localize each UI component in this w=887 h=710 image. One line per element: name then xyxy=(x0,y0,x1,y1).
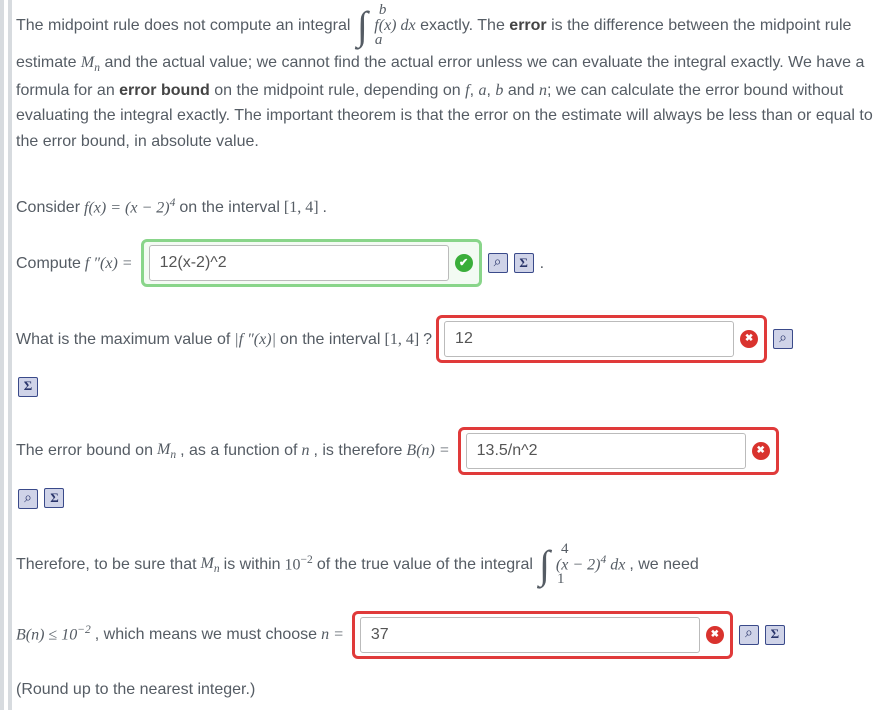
q2-text: Compute xyxy=(16,251,81,277)
answer-wrap-choose-n xyxy=(352,611,733,659)
q4-extra-icons xyxy=(16,485,887,511)
q1-interval: [1, 4] xyxy=(284,195,319,221)
answer-wrap-max-value xyxy=(436,315,767,363)
term-error: error xyxy=(509,17,546,34)
q4-text: The error bound on xyxy=(16,438,153,464)
round-hint: (Round up to the nearest integer.) xyxy=(16,677,887,703)
input-max-value[interactable] xyxy=(444,321,734,357)
integral-symbol: ∫ b a xyxy=(357,2,368,50)
answer-wrap-second-derivative xyxy=(141,239,482,287)
question-max-value: What is the maximum value of |f ″(x)| on… xyxy=(16,315,887,363)
intro-text: on the midpoint rule, depending on xyxy=(214,82,465,99)
q3-absf2: |f ″(x)| xyxy=(234,327,276,353)
cross-icon xyxy=(740,330,758,348)
q3-text: What is the maximum value of xyxy=(16,327,230,353)
q4-text: , is therefore xyxy=(313,438,402,464)
question-choose-n-line2: B(n) ≤ 10−2 , which means we must choose… xyxy=(16,611,887,659)
equation-editor-icon[interactable] xyxy=(18,377,38,397)
input-error-bound[interactable] xyxy=(466,433,746,469)
q1-fx: f(x) = (x − 2)4 xyxy=(84,194,175,221)
input-choose-n[interactable] xyxy=(360,617,700,653)
equation-editor-icon[interactable] xyxy=(514,253,534,273)
q4-text: , as a function of xyxy=(180,438,297,464)
term-error-bound: error bound xyxy=(119,82,210,99)
cross-icon xyxy=(706,626,724,644)
q5-text: , which means we must choose xyxy=(95,622,317,648)
cross-icon xyxy=(752,442,770,460)
q5-text: of the true value of the integral xyxy=(317,552,533,578)
preview-icon[interactable] xyxy=(739,625,759,645)
round-text: (Round up to the nearest integer.) xyxy=(16,677,255,703)
q3-interval: [1, 4] xyxy=(384,327,419,353)
bn-leq: B(n) ≤ 10−2 xyxy=(16,621,91,648)
preview-icon[interactable] xyxy=(488,253,508,273)
var-n: n xyxy=(539,82,547,99)
q3-text: on the interval xyxy=(280,327,381,353)
question-second-derivative: Compute f ″(x) = . xyxy=(16,239,887,287)
preview-icon[interactable] xyxy=(773,329,793,349)
equation-editor-icon[interactable] xyxy=(44,488,64,508)
preview-icon[interactable] xyxy=(18,489,38,509)
n-equals: n = xyxy=(321,622,344,648)
intro-text: The midpoint rule does not compute an in… xyxy=(16,17,355,34)
question-error-bound: The error bound on Mn , as a function of… xyxy=(16,427,887,475)
q2-dot: . xyxy=(540,251,544,277)
integral-lower: 1 xyxy=(557,567,565,591)
integral-lower: a xyxy=(375,28,383,52)
intro-text: exactly. The xyxy=(420,17,509,34)
mn-symbol: Mn xyxy=(201,551,220,579)
q5-text: , we need xyxy=(629,552,698,578)
mn-symbol: Mn xyxy=(157,437,176,465)
answer-wrap-error-bound xyxy=(458,427,779,475)
integral-symbol: ∫ 4 1 xyxy=(539,541,550,589)
equation-editor-icon[interactable] xyxy=(765,625,785,645)
q3-extra-icons xyxy=(16,373,887,399)
integral-upper: b xyxy=(379,0,387,22)
q5-text: is within xyxy=(224,552,281,578)
input-second-derivative[interactable] xyxy=(149,245,449,281)
ten-neg2: 10−2 xyxy=(285,551,313,578)
q4-bn-label: B(n) = xyxy=(406,438,449,464)
mn-symbol: Mn xyxy=(81,54,100,71)
question-choose-n-line1: Therefore, to be sure that Mn is within … xyxy=(16,541,887,589)
q1-text: on the interval xyxy=(179,195,280,221)
q1-text: Consider xyxy=(16,195,80,221)
check-icon xyxy=(455,254,473,272)
q3-qmark: ? xyxy=(423,327,432,353)
intro-paragraph: The midpoint rule does not compute an in… xyxy=(16,2,887,154)
question-consider: Consider f(x) = (x − 2)4 on the interval… xyxy=(16,194,887,221)
q2-label: f ″(x) = xyxy=(85,251,133,277)
var-n: n xyxy=(301,438,309,464)
integral-upper: 4 xyxy=(561,537,569,561)
q5-text: Therefore, to be sure that xyxy=(16,552,197,578)
